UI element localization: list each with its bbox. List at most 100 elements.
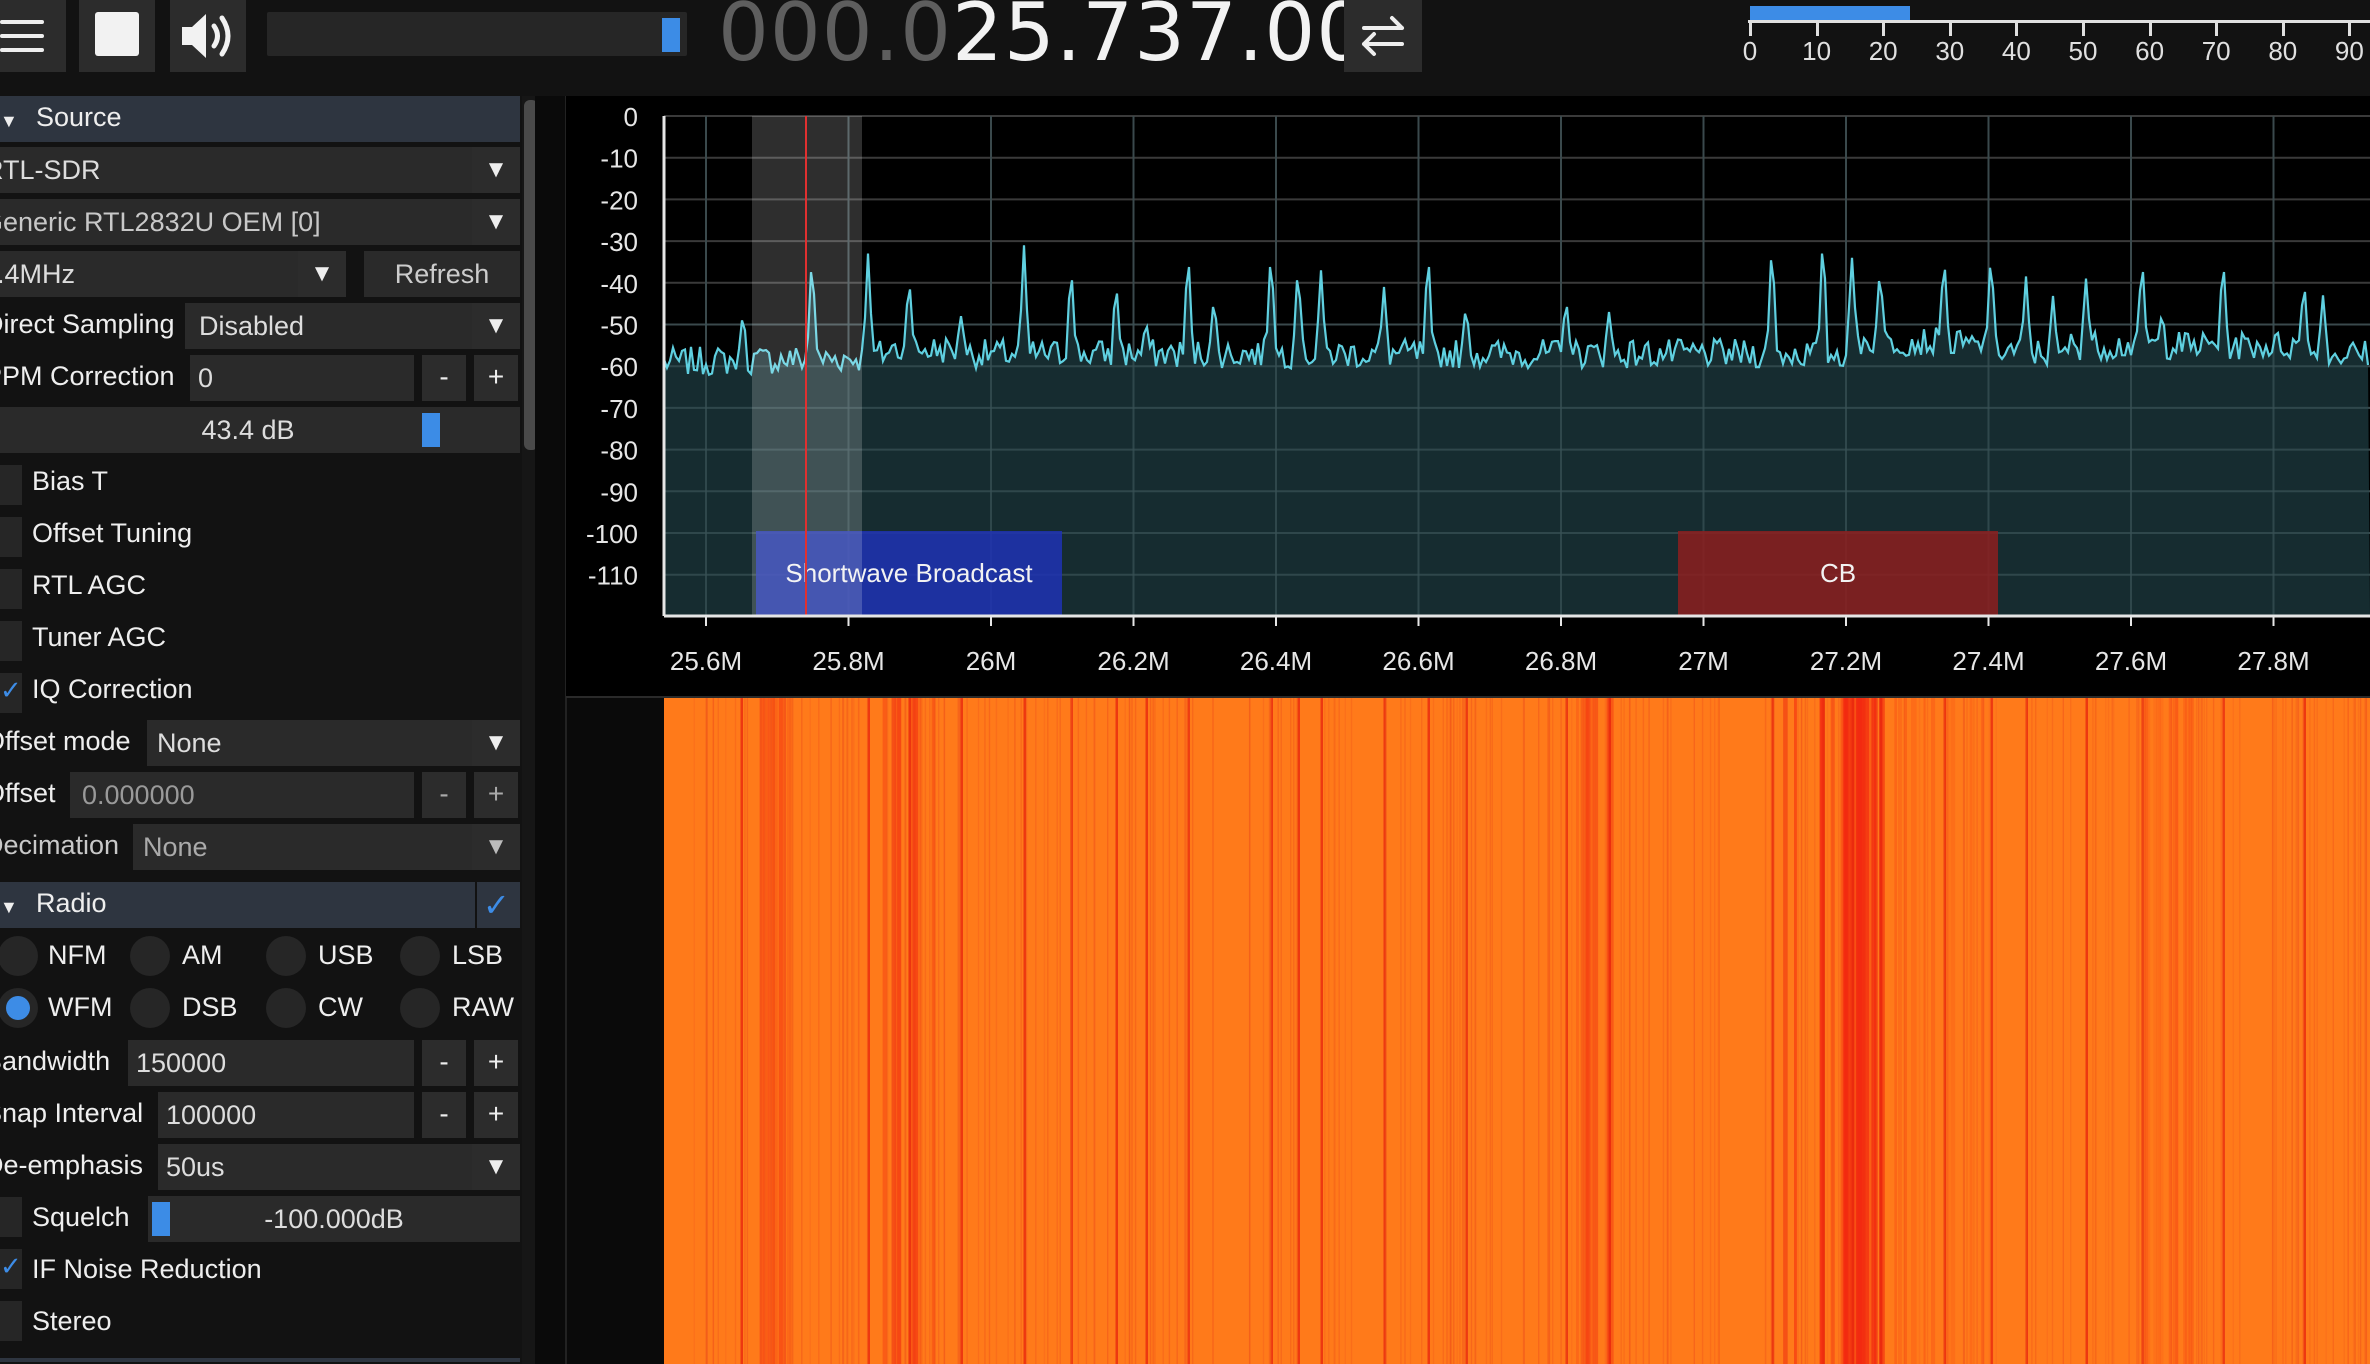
waterfall-noise-line bbox=[1693, 698, 1695, 1364]
tuner-agc-checkbox[interactable] bbox=[0, 621, 22, 661]
volume-slider[interactable] bbox=[267, 12, 687, 56]
rtl-agc-checkbox[interactable] bbox=[0, 569, 22, 609]
waterfall-noise-line bbox=[1047, 698, 1049, 1364]
mode-radio-raw[interactable] bbox=[400, 988, 440, 1028]
gain-slider-handle[interactable] bbox=[422, 413, 440, 447]
frequency-display[interactable]: 000.025.737.000 bbox=[718, 0, 1420, 79]
source-header[interactable]: ▼ Source bbox=[0, 96, 520, 142]
waterfall-noise-line bbox=[1453, 698, 1455, 1364]
gain-slider[interactable]: 43.4 dB bbox=[0, 407, 520, 453]
ppm-decrement-button[interactable]: - bbox=[422, 355, 466, 401]
if-noise-reduction-checkbox[interactable]: ✓ bbox=[0, 1249, 22, 1289]
waterfall-noise-line bbox=[1552, 698, 1554, 1364]
snap-decrement-button[interactable]: - bbox=[422, 1092, 466, 1138]
waterfall-band bbox=[882, 698, 888, 1364]
waterfall-noise-line bbox=[1409, 698, 1412, 1364]
deemphasis-select[interactable]: 50us ▼ bbox=[158, 1144, 520, 1190]
decimation-select[interactable]: None ▼ bbox=[133, 824, 520, 870]
bias-t-checkbox[interactable] bbox=[0, 465, 22, 505]
left-panel-scrollbar[interactable] bbox=[522, 96, 535, 1364]
squelch-checkbox[interactable] bbox=[0, 1197, 22, 1237]
waterfall-noise-line bbox=[2062, 698, 2064, 1364]
offset-mode-select[interactable]: None ▼ bbox=[147, 720, 520, 766]
radio-header[interactable]: ▼ Radio bbox=[0, 882, 475, 928]
waterfall-noise-line bbox=[760, 698, 762, 1364]
offset-decrement-button[interactable]: - bbox=[422, 772, 466, 818]
snr-tick bbox=[2082, 22, 2085, 36]
direct-sampling-select[interactable]: Disabled ▼ bbox=[185, 303, 520, 349]
fft-plot[interactable]: 0 -10 -20 -30 -40 -50 -60 -70 -80 -90 -100 -110 25.6… bbox=[566, 96, 2370, 696]
checkmark-icon: ✓ bbox=[0, 1251, 22, 1281]
iq-correction-checkbox[interactable]: ✓ bbox=[0, 673, 22, 713]
waterfall-noise-line bbox=[1804, 698, 1807, 1364]
waterfall-noise-line bbox=[792, 698, 794, 1364]
snr-tick bbox=[1948, 22, 1952, 36]
fft-display[interactable]: 0 -10 -20 -30 -40 -50 -60 -70 -80 -90 -100 -110 25.6… bbox=[566, 96, 2370, 696]
scrollbar-thumb[interactable] bbox=[524, 100, 535, 450]
mode-radio-lsb[interactable] bbox=[400, 936, 440, 976]
waterfall-band bbox=[1860, 698, 1865, 1364]
radio-enable-checkbox[interactable]: ✓ bbox=[477, 882, 520, 928]
waterfall-noise-line bbox=[1903, 698, 1905, 1364]
waterfall-band bbox=[1969, 698, 1973, 1364]
frequency-dim-digits[interactable]: 000.0 bbox=[718, 0, 952, 79]
fft-y-label: -40 bbox=[600, 269, 638, 299]
ppm-correction-value: 0 bbox=[198, 363, 214, 393]
waterfall-noise-line bbox=[1400, 698, 1402, 1364]
device-select[interactable]: Generic RTL2832U OEM [0] ▼ bbox=[0, 199, 520, 245]
offset-tuning-checkbox[interactable] bbox=[0, 517, 22, 557]
waterfall-noise-line bbox=[1926, 698, 1929, 1364]
squelch-slider-handle[interactable] bbox=[152, 1202, 170, 1236]
source-type-select[interactable]: RTL-SDR ▼ bbox=[0, 147, 520, 193]
fft-x-label: 27.6M bbox=[2095, 646, 2167, 676]
fft-y-label: 0 bbox=[624, 102, 638, 132]
mode-label-raw: RAW bbox=[452, 992, 514, 1022]
snr-tick bbox=[2281, 22, 2285, 36]
dropdown-arrow-icon: ▼ bbox=[472, 824, 520, 870]
waterfall-noise-line bbox=[1500, 698, 1503, 1364]
bandwidth-input[interactable]: 150000 bbox=[128, 1040, 414, 1086]
waterfall-noise-line bbox=[2316, 698, 2318, 1364]
waterfall-noise-line bbox=[2025, 698, 2028, 1364]
waterfall-signal-line bbox=[740, 698, 743, 1364]
ppm-correction-input[interactable]: 0 bbox=[190, 355, 414, 401]
waterfall-noise-line bbox=[1765, 698, 1767, 1364]
mode-radio-am[interactable] bbox=[130, 936, 170, 976]
waterfall-noise-line bbox=[853, 698, 855, 1364]
snap-interval-label: Snap Interval bbox=[0, 1098, 144, 1128]
stop-button[interactable] bbox=[79, 0, 155, 72]
waterfall-noise-line bbox=[1168, 698, 1171, 1364]
snap-interval-input[interactable]: 100000 bbox=[158, 1092, 414, 1138]
stereo-checkbox[interactable] bbox=[0, 1301, 22, 1341]
bandwidth-decrement-button[interactable]: - bbox=[422, 1040, 466, 1086]
mode-radio-dsb[interactable] bbox=[130, 988, 170, 1028]
waterfall-noise-line bbox=[2359, 698, 2362, 1364]
sample-rate-select[interactable]: 2.4MHz ▼ bbox=[0, 251, 346, 297]
swap-button[interactable] bbox=[1344, 0, 1422, 72]
mode-radio-usb[interactable] bbox=[266, 936, 306, 976]
waterfall-noise-line bbox=[1547, 698, 1549, 1364]
offset-input[interactable]: 0.000000 bbox=[70, 772, 414, 818]
waterfall-noise-line bbox=[1350, 698, 1353, 1364]
fft-x-label: 25.8M bbox=[812, 646, 884, 676]
snap-increment-button[interactable]: + bbox=[474, 1092, 518, 1138]
bandwidth-increment-button[interactable]: + bbox=[474, 1040, 518, 1086]
ppm-increment-button[interactable]: + bbox=[474, 355, 518, 401]
fft-y-label: -30 bbox=[600, 227, 638, 257]
waterfall-band bbox=[1923, 698, 1926, 1364]
volume-slider-handle[interactable] bbox=[662, 18, 681, 52]
offset-increment-button[interactable]: + bbox=[474, 772, 518, 818]
mode-radio-cw[interactable] bbox=[266, 988, 306, 1028]
waterfall-noise-line bbox=[1185, 698, 1187, 1364]
mode-radio-nfm[interactable] bbox=[0, 936, 38, 976]
waterfall-noise-line bbox=[2031, 698, 2033, 1364]
squelch-slider[interactable]: -100.000dB bbox=[148, 1196, 520, 1242]
waterfall-display[interactable] bbox=[664, 698, 2370, 1364]
mute-button[interactable] bbox=[170, 0, 246, 72]
refresh-button[interactable]: Refresh bbox=[364, 251, 520, 297]
decimation-label: Decimation bbox=[0, 830, 120, 860]
waterfall-noise-line bbox=[2347, 698, 2349, 1364]
mode-radio-wfm[interactable] bbox=[0, 988, 38, 1028]
waterfall-band bbox=[1844, 698, 1848, 1364]
menu-button[interactable] bbox=[0, 0, 66, 72]
